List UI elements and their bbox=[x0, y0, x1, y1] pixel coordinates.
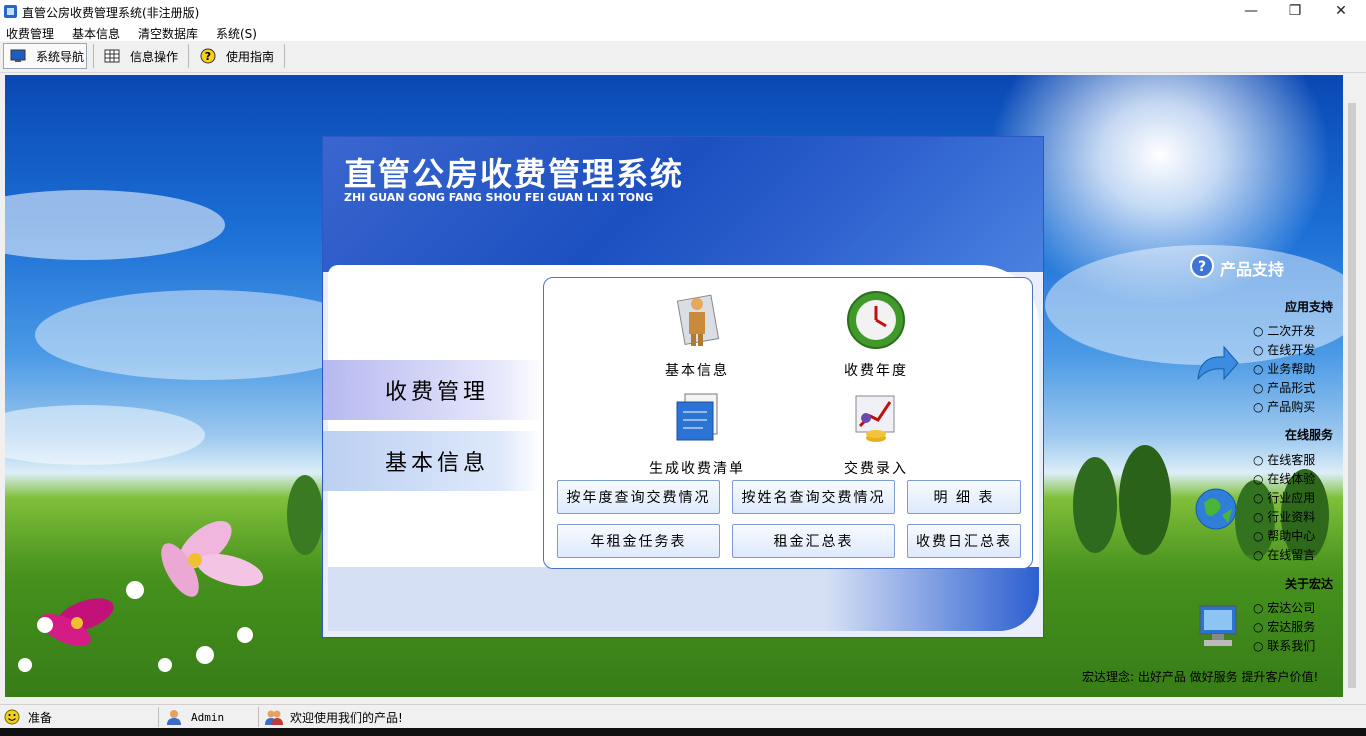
link-product-form[interactable]: ○ 产品形式 bbox=[1253, 379, 1315, 396]
info-ops-button[interactable]: 信息操作 bbox=[104, 43, 184, 69]
tab-fee-management[interactable]: 收费管理 bbox=[323, 360, 543, 420]
panel-footer bbox=[328, 567, 1039, 631]
status-user: Admin bbox=[165, 705, 224, 729]
status-smiley-icon bbox=[4, 709, 20, 725]
fee-year-label: 收费年度 bbox=[844, 363, 908, 379]
about-title: 关于宏达 bbox=[1285, 577, 1334, 591]
link-help-center[interactable]: ○ 帮助中心 bbox=[1253, 527, 1315, 544]
help-icon: ? bbox=[200, 48, 216, 64]
grid-icon bbox=[104, 49, 120, 63]
annual-rent-task-button[interactable]: 年租金任务表 bbox=[557, 524, 720, 558]
menu-fee-management[interactable]: 收费管理 bbox=[6, 25, 54, 42]
toolbar-divider bbox=[188, 44, 189, 68]
query-by-name-button[interactable]: 按姓名查询交费情况 bbox=[732, 480, 895, 514]
person-icon bbox=[676, 294, 720, 346]
detail-table-button[interactable]: 明 细 表 bbox=[907, 480, 1021, 514]
link-message[interactable]: ○ 在线留言 bbox=[1253, 546, 1315, 563]
menu-clear-database[interactable]: 清空数据库 bbox=[138, 25, 198, 42]
tab-basic-info[interactable]: 基本信息 bbox=[323, 431, 543, 491]
online-service-title: 在线服务 bbox=[1285, 428, 1334, 442]
status-user-text: Admin bbox=[191, 710, 225, 724]
payment-icon bbox=[855, 395, 895, 442]
link-online-dev[interactable]: ○ 在线开发 bbox=[1253, 341, 1315, 358]
link-hongda-company[interactable]: ○ 宏达公司 bbox=[1253, 599, 1315, 616]
status-ready-text: 准备 bbox=[28, 710, 53, 725]
close-button[interactable]: ✕ bbox=[1318, 0, 1364, 23]
minimize-button[interactable]: — bbox=[1228, 0, 1274, 23]
rent-summary-button[interactable]: 租金汇总表 bbox=[732, 524, 895, 558]
clock-icon bbox=[847, 291, 905, 349]
menu-basic-info[interactable]: 基本信息 bbox=[72, 25, 120, 42]
link-secondary-dev[interactable]: ○ 二次开发 bbox=[1253, 322, 1315, 339]
status-divider bbox=[258, 707, 259, 727]
info-ops-label: 信息操作 bbox=[130, 49, 179, 64]
globe-icon bbox=[1195, 488, 1237, 530]
panel-subtitle: ZHI GUAN GONG FANG SHOU FEI GUAN LI XI T… bbox=[344, 191, 654, 204]
maximize-button[interactable]: ❐ bbox=[1272, 0, 1318, 23]
support-title: 产品支持 bbox=[1220, 260, 1285, 279]
basic-info-label: 基本信息 bbox=[665, 363, 729, 379]
toolbar-divider bbox=[284, 44, 285, 68]
generate-fee-list-label: 生成收费清单 bbox=[649, 461, 745, 477]
panel-title: 直管公房收费管理系统 bbox=[344, 155, 685, 193]
query-by-year-button[interactable]: 按年度查询交费情况 bbox=[557, 480, 720, 514]
window-title: 直管公房收费管理系统(非注册版) bbox=[22, 6, 200, 20]
system-nav-label: 系统导航 bbox=[36, 49, 85, 64]
payment-entry-label: 交费录入 bbox=[844, 461, 908, 477]
monitor-icon bbox=[10, 49, 26, 62]
arrow-icon bbox=[1197, 345, 1239, 381]
menu-system[interactable]: 系统(S) bbox=[216, 25, 257, 42]
user-icon bbox=[167, 710, 181, 725]
menu-bar: 收费管理 基本信息 清空数据库 系统(S) bbox=[0, 23, 1366, 41]
svg-text:?: ? bbox=[1198, 259, 1206, 275]
link-online-trial[interactable]: ○ 在线体验 bbox=[1253, 470, 1315, 487]
main-panel: 直管公房收费管理系统 ZHI GUAN GONG FANG SHOU FEI G… bbox=[322, 136, 1044, 638]
basic-info-item[interactable]: 基本信息 bbox=[632, 290, 762, 380]
user-guide-button[interactable]: ? 使用指南 bbox=[200, 43, 280, 69]
payment-entry-item[interactable]: 交费录入 bbox=[811, 388, 941, 478]
status-bar: 准备 Admin 欢迎使用我们的产品! bbox=[0, 704, 1366, 729]
link-industry-app[interactable]: ○ 行业应用 bbox=[1253, 489, 1315, 506]
scrollbar-thumb[interactable] bbox=[1348, 103, 1356, 688]
link-contact-us[interactable]: ○ 联系我们 bbox=[1253, 637, 1315, 654]
status-divider bbox=[158, 707, 159, 727]
link-hongda-service[interactable]: ○ 宏达服务 bbox=[1253, 618, 1315, 635]
user-guide-label: 使用指南 bbox=[226, 49, 275, 64]
app-support-title: 应用支持 bbox=[1285, 300, 1334, 314]
system-nav-button[interactable]: 系统导航 bbox=[3, 43, 87, 69]
users-icon bbox=[265, 710, 283, 725]
status-ready: 准备 bbox=[4, 705, 52, 729]
toolbar: 系统导航 信息操作 ? 使用指南 bbox=[0, 41, 1366, 73]
function-area: 基本信息 收费年度 生成收费清单 交费录入 按年度查询交费情况 按姓名查询交费情… bbox=[543, 277, 1033, 569]
company-slogan: 宏达理念: 出好产品 做好服务 提升客户价值! bbox=[1082, 670, 1319, 684]
link-business-help[interactable]: ○ 业务帮助 bbox=[1253, 360, 1315, 377]
daily-summary-button[interactable]: 收费日汇总表 bbox=[907, 524, 1021, 558]
status-welcome-text: 欢迎使用我们的产品! bbox=[290, 710, 403, 725]
fee-year-item[interactable]: 收费年度 bbox=[811, 290, 941, 380]
link-product-purchase[interactable]: ○ 产品购买 bbox=[1253, 398, 1315, 415]
computer-icon bbox=[1199, 605, 1237, 646]
toolbar-divider bbox=[93, 44, 94, 68]
svg-text:?: ? bbox=[205, 50, 211, 63]
vertical-scrollbar[interactable] bbox=[1343, 75, 1361, 697]
status-welcome: 欢迎使用我们的产品! bbox=[264, 705, 403, 729]
taskbar bbox=[0, 728, 1366, 736]
generate-fee-list-item[interactable]: 生成收费清单 bbox=[632, 388, 762, 478]
app-icon bbox=[4, 5, 17, 18]
link-online-support[interactable]: ○ 在线客服 bbox=[1253, 451, 1315, 468]
link-industry-data[interactable]: ○ 行业资料 bbox=[1253, 508, 1315, 525]
support-help-icon: ? bbox=[1190, 254, 1214, 278]
title-bar: 直管公房收费管理系统(非注册版) — ❐ ✕ bbox=[0, 0, 1366, 23]
document-icon bbox=[676, 393, 718, 441]
